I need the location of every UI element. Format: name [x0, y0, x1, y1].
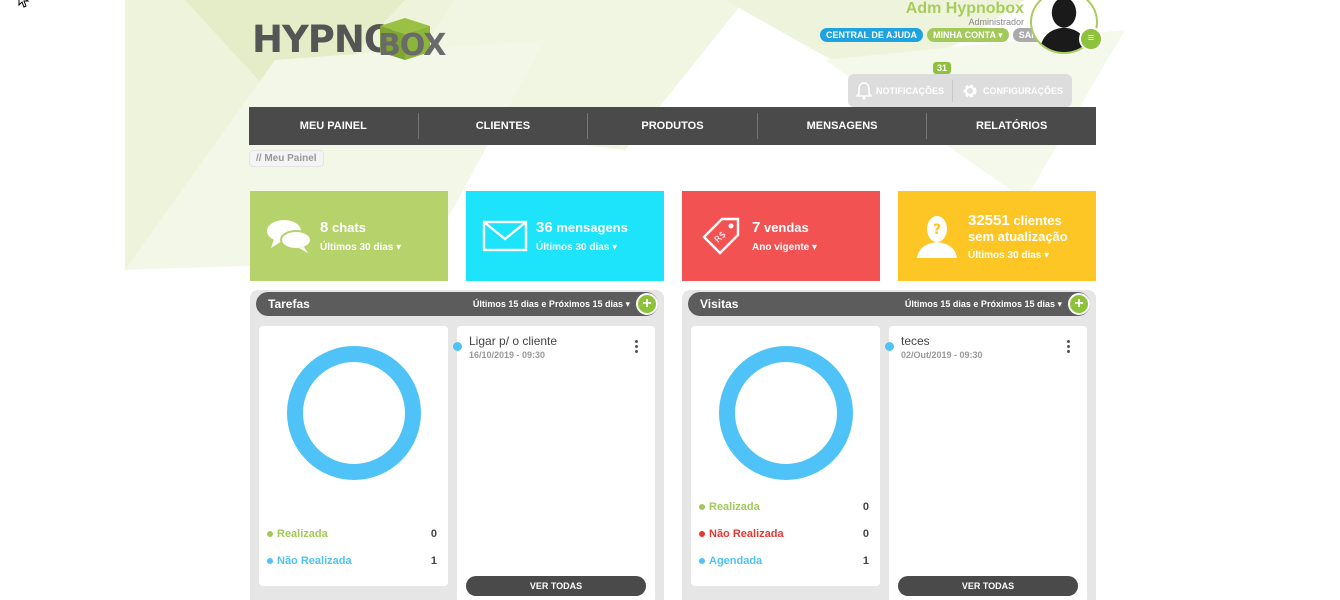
notification-count-badge: 31	[933, 62, 952, 74]
messages-period-dropdown[interactable]: Últimos 30 dias ▾	[536, 242, 628, 253]
user-role: Administrador	[968, 17, 1024, 27]
notifications-button[interactable]: NOTIFICAÇÕES	[856, 81, 944, 100]
mouse-cursor-icon	[18, 0, 30, 8]
svg-text:?: ?	[933, 222, 941, 238]
tasks-donut-chart	[287, 346, 421, 480]
visits-chart: Realizada 0 Não Realizada 0 Agendada 1	[691, 326, 880, 586]
add-visit-button[interactable]: +	[1068, 293, 1090, 315]
clients-period-dropdown[interactable]: Últimos 30 dias ▾	[968, 250, 1068, 261]
see-all-tasks-button[interactable]: VER TODAS	[466, 576, 646, 596]
add-task-button[interactable]: +	[636, 293, 658, 315]
main-nav: MEU PAINEL CLIENTES PRODUTOS MENSAGENS R…	[249, 107, 1096, 145]
my-account-dropdown[interactable]: MINHA CONTA ▾	[927, 28, 1009, 42]
nav-item-clientes[interactable]: CLIENTES	[417, 113, 588, 139]
visits-panel-header: Visitas Últimos 15 dias e Próximos 15 di…	[688, 292, 1090, 316]
nav-item-produtos[interactable]: PRODUTOS	[587, 113, 757, 139]
tasks-list: Ligar p/ o cliente 16/10/2019 - 09:30 VE…	[453, 326, 655, 600]
status-dot	[453, 342, 462, 351]
legend-item-nao-realizada: Não Realizada 1	[267, 555, 437, 567]
legend-dot	[699, 558, 705, 564]
svg-text:R$: R$	[713, 230, 729, 246]
see-all-visits-button[interactable]: VER TODAS	[898, 576, 1078, 596]
breadcrumb[interactable]: // Meu Painel	[249, 150, 324, 167]
gear-icon	[963, 84, 977, 97]
bell-icon	[856, 81, 872, 100]
more-options-icon[interactable]	[635, 340, 639, 353]
nav-item-relatorios[interactable]: RELATÓRIOS	[926, 113, 1096, 139]
more-options-icon[interactable]	[1067, 340, 1071, 353]
legend-dot	[267, 531, 273, 537]
hypnobox-logo[interactable]: HYPNO BOX	[252, 6, 446, 63]
sales-card[interactable]: R$ 7 vendas Ano vigente ▾	[682, 191, 880, 281]
status-dot	[885, 342, 894, 351]
legend-item-realizada: Realizada 0	[699, 501, 869, 513]
nav-item-meu-painel[interactable]: MEU PAINEL	[249, 113, 418, 139]
chat-bubbles-icon	[264, 211, 314, 261]
legend-item-agendada: Agendada 1	[699, 555, 869, 567]
visits-list: teces 02/Out/2019 - 09:30 VER TODAS	[885, 326, 1087, 600]
list-item[interactable]: Ligar p/ o cliente 16/10/2019 - 09:30	[453, 326, 655, 360]
tasks-filter-dropdown[interactable]: Últimos 15 dias e Próximos 15 dias ▾	[473, 299, 630, 310]
legend-item-nao-realizada: Não Realizada 0	[699, 528, 869, 540]
settings-button[interactable]: CONFIGURAÇÕES	[961, 82, 1063, 100]
legend-dot	[267, 558, 273, 564]
edit-profile-icon[interactable]: ≡	[1079, 27, 1103, 51]
chats-period-dropdown[interactable]: Últimos 30 dias ▾	[320, 242, 401, 253]
list-item[interactable]: teces 02/Out/2019 - 09:30	[885, 326, 1087, 360]
tasks-panel-header: Tarefas Últimos 15 dias e Próximos 15 di…	[256, 292, 658, 316]
divider	[952, 79, 954, 102]
chats-card[interactable]: 8 chats Últimos 30 dias ▾	[250, 191, 448, 281]
legend-dot	[699, 531, 705, 537]
legend-dot	[699, 504, 705, 510]
tasks-chart: Realizada 0 Não Realizada 1	[259, 326, 448, 586]
user-links: CENTRAL DE AJUDA MINHA CONTA ▾ SAIR	[820, 28, 1047, 42]
visits-filter-dropdown[interactable]: Últimos 15 dias e Próximos 15 dias ▾	[905, 299, 1062, 310]
sales-period-dropdown[interactable]: Ano vigente ▾	[752, 242, 817, 253]
visits-panel: Visitas Últimos 15 dias e Próximos 15 di…	[682, 290, 1096, 600]
price-tag-icon: R$	[696, 211, 746, 261]
quick-actions-bar: NOTIFICAÇÕES CONFIGURAÇÕES	[848, 74, 1072, 107]
envelope-icon	[480, 211, 530, 261]
help-center-link[interactable]: CENTRAL DE AJUDA	[820, 28, 924, 42]
clients-card[interactable]: ? 32551 clientes sem atualização Últimos…	[898, 191, 1096, 281]
messages-card[interactable]: 36 mensagens Últimos 30 dias ▾	[466, 191, 664, 281]
unknown-person-icon: ?	[912, 211, 962, 261]
nav-item-mensagens[interactable]: MENSAGENS	[756, 113, 927, 139]
visits-donut-chart	[719, 346, 853, 480]
legend-item-realizada: Realizada 0	[267, 528, 437, 540]
user-name: Adm Hypnobox	[905, 0, 1024, 17]
tasks-panel: Tarefas Últimos 15 dias e Próximos 15 di…	[250, 290, 664, 600]
